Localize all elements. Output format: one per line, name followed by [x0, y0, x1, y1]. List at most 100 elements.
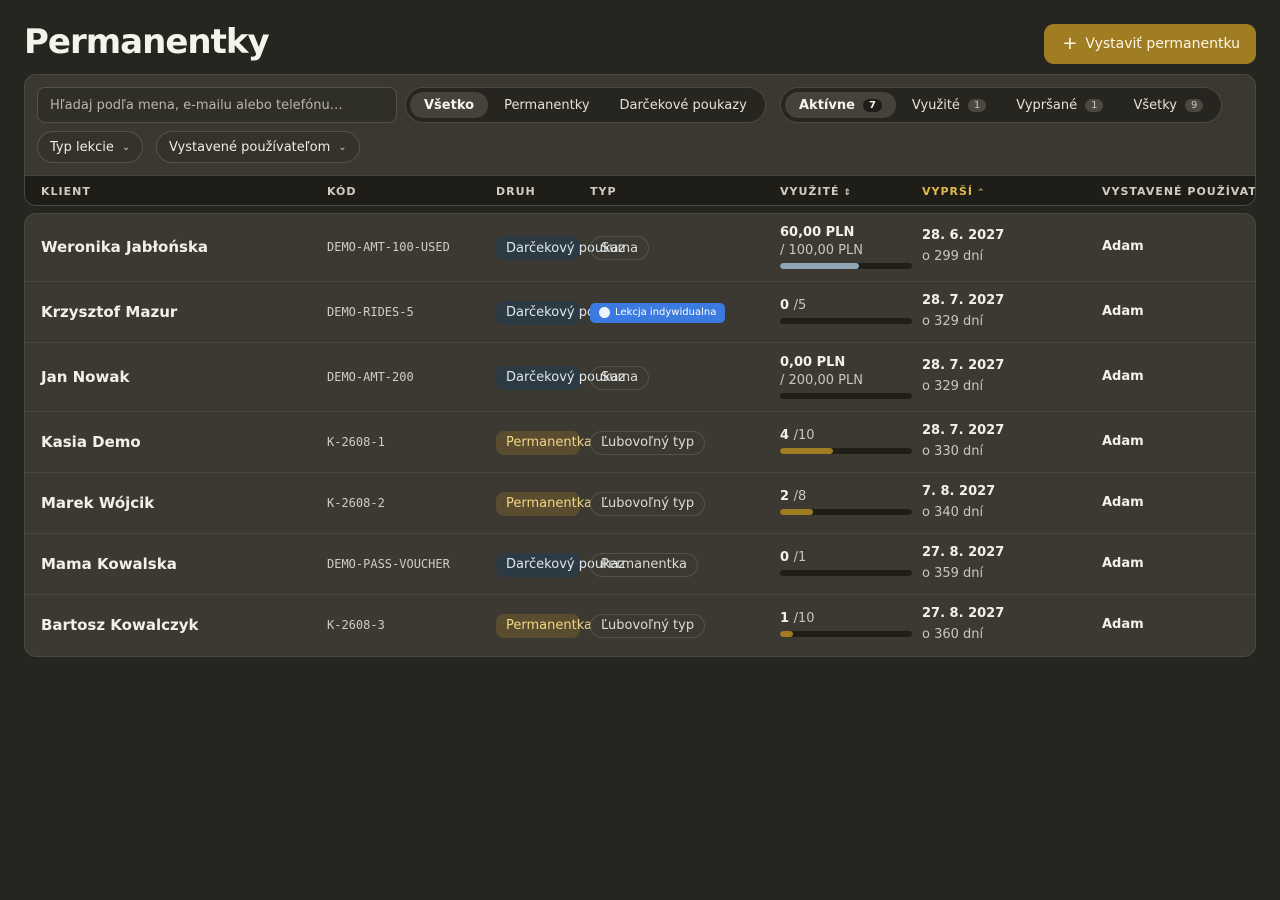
column-used-sort[interactable]: VYUŽITÉ ⇕	[780, 185, 852, 198]
plus-icon: +	[1062, 33, 1078, 54]
table-row[interactable]: Mama Kowalska DEMO-PASS-VOUCHER Darčekov…	[25, 534, 1255, 595]
usage-progress-bar	[780, 630, 912, 637]
count-badge: 7	[862, 98, 882, 112]
type-cell: Ľubovoľný typ	[590, 613, 706, 638]
issued-by-name: Adam	[1102, 368, 1144, 384]
pass-code: K-2608-1	[327, 434, 385, 449]
kind-cell: Darčekový poukaz	[496, 300, 625, 325]
tab-all-statuses[interactable]: Všetky 9	[1119, 92, 1217, 118]
tab-all[interactable]: Všetko	[410, 92, 489, 118]
usage-progress-fill	[780, 508, 813, 515]
expiry-cell: 28. 7. 2027 o 330 dní	[922, 423, 1004, 459]
expiry-date: 28. 7. 2027	[922, 357, 1005, 373]
kind-badge: Permanentka	[496, 613, 592, 638]
used-total: /1	[793, 549, 807, 565]
kind-badge: Darčekový poukaz	[496, 300, 625, 325]
pass-code: DEMO-AMT-100-USED	[327, 240, 450, 254]
kind-cell: Permanentka	[496, 430, 592, 455]
tab-used[interactable]: Využité 1	[898, 92, 1000, 118]
tab-gift-vouchers[interactable]: Darčekové poukazy	[606, 92, 761, 118]
used-count: 0	[780, 297, 790, 313]
expiry-remaining: o 340 dní	[922, 504, 984, 520]
usage-progress-bar	[780, 263, 912, 269]
kind-cell: Permanentka	[496, 491, 592, 516]
expiry-date: 27. 8. 2027	[922, 605, 1005, 621]
sort-icon: ⇕	[843, 188, 853, 198]
usage-cell: 4 /10	[780, 428, 912, 454]
tab-active[interactable]: Aktívne 7	[785, 92, 896, 118]
expiry-remaining: o 360 dní	[922, 626, 984, 642]
passes-table: Weronika Jabłońska DEMO-AMT-100-USED Dar…	[24, 213, 1256, 657]
expiry-remaining: o 359 dní	[922, 565, 984, 581]
circle-icon	[599, 307, 610, 318]
filters-panel: Všetko Permanentky Darčekové poukazy Akt…	[24, 74, 1256, 206]
type-cell: Ľubovoľný typ	[590, 491, 706, 516]
kind-cell: Permanentka	[496, 613, 592, 638]
column-client: KLIENT	[41, 185, 91, 198]
type-badge: Suma	[590, 236, 650, 260]
type-badge: Suma	[590, 365, 650, 390]
usage-progress-fill	[780, 263, 860, 269]
expiry-cell: 27. 8. 2027 o 359 dní	[922, 545, 1004, 581]
issue-pass-button[interactable]: + Vystaviť permanentku	[1044, 24, 1256, 64]
table-row[interactable]: Krzysztof Mazur DEMO-RIDES-5 Darčekový p…	[25, 282, 1255, 343]
column-expires-label: VYPRŠÍ	[922, 185, 974, 198]
client-name: Marek Wójcik	[41, 493, 155, 512]
type-label: Lekcja indywidualna	[615, 307, 717, 318]
kind-badge: Darčekový poukaz	[496, 236, 625, 260]
table-row[interactable]: Bartosz Kowalczyk K-2608-3 Permanentka Ľ…	[25, 595, 1255, 656]
column-used-label: VYUŽITÉ	[780, 185, 840, 198]
used-total: / 200,00 PLN	[780, 372, 863, 388]
table-row[interactable]: Weronika Jabłońska DEMO-AMT-100-USED Dar…	[25, 214, 1255, 282]
tab-passes[interactable]: Permanentky	[490, 92, 603, 118]
table-header: KLIENT KÓD DRUH TYP VYUŽITÉ ⇕ VYPRŠÍ ⌃ VYS…	[25, 175, 1256, 205]
used-total: /10	[793, 427, 815, 443]
used-total: /8	[793, 488, 807, 504]
used-amount: 60,00 PLN	[780, 225, 855, 240]
type-badge: Permanentka	[590, 552, 698, 577]
used-total: /10	[793, 610, 815, 626]
column-expires-sort[interactable]: VYPRŠÍ ⌃	[922, 185, 986, 198]
table-row[interactable]: Marek Wójcik K-2608-2 Permanentka Ľubovo…	[25, 473, 1255, 534]
count-badge: 1	[967, 98, 987, 112]
kind-badge: Darčekový poukaz	[496, 365, 625, 390]
usage-cell: 0,00 PLN / 200,00 PLN	[780, 355, 912, 399]
client-name: Kasia Demo	[41, 432, 141, 451]
used-amount: 0,00 PLN	[780, 354, 846, 370]
usage-cell: 2 /8	[780, 489, 912, 515]
issued-by-name: Adam	[1102, 616, 1144, 632]
expiry-date: 28. 7. 2027	[922, 292, 1005, 308]
column-kind: DRUH	[496, 185, 536, 198]
expiry-date: 7. 8. 2027	[922, 483, 996, 499]
lesson-type-badge: Lekcja indywidualna	[590, 302, 726, 323]
chevron-down-icon: ⌄	[338, 141, 347, 153]
tab-all-label: Všetko	[424, 97, 475, 113]
expiry-cell: 28. 7. 2027 o 329 dní	[922, 358, 1004, 394]
search-input[interactable]	[37, 87, 397, 123]
used-count: 0	[780, 549, 790, 565]
lesson-type-dropdown[interactable]: Typ lekcie ⌄	[37, 131, 144, 163]
kind-badge: Darčekový poukaz	[496, 552, 625, 577]
column-issued-by: VYSTAVENÉ POUŽÍVATEĽOM	[1102, 185, 1256, 198]
tab-expired[interactable]: Vypršané 1	[1002, 92, 1117, 118]
kind-cell: Darčekový poukaz	[496, 365, 625, 390]
issued-by-name: Adam	[1102, 494, 1144, 510]
table-row[interactable]: Kasia Demo K-2608-1 Permanentka Ľubovoľn…	[25, 412, 1255, 473]
lesson-type-dropdown-label: Typ lekcie	[50, 139, 114, 155]
chevron-down-icon: ⌄	[121, 141, 131, 153]
issued-by-dropdown-label: Vystavené používateľom	[169, 139, 331, 155]
issued-by-name: Adam	[1102, 555, 1144, 571]
expiry-cell: 28. 7. 2027 o 329 dní	[922, 293, 1004, 329]
used-count: 1	[780, 610, 790, 626]
pass-code: DEMO-AMT-200	[327, 369, 414, 384]
type-cell: Suma	[590, 365, 650, 390]
table-row[interactable]: Jan Nowak DEMO-AMT-200 Darčekový poukaz …	[25, 343, 1255, 412]
expiry-remaining: o 299 dní	[922, 249, 984, 264]
type-cell: Lekcja indywidualna	[590, 302, 726, 323]
expiry-remaining: o 329 dní	[922, 313, 984, 329]
used-count: 4	[780, 427, 790, 443]
pass-code: DEMO-RIDES-5	[327, 304, 414, 319]
expiry-date: 28. 7. 2027	[922, 422, 1005, 438]
usage-progress-bar	[780, 569, 912, 576]
issued-by-dropdown[interactable]: Vystavené používateľom ⌄	[156, 131, 360, 163]
